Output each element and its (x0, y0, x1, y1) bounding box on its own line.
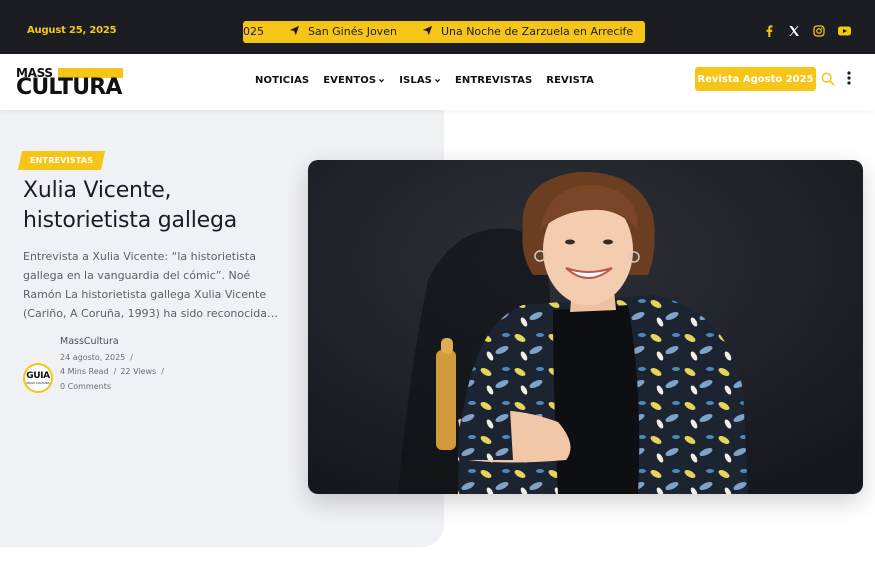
site-logo[interactable]: MASS CULTURA (16, 66, 126, 100)
site-header: MASS CULTURA NOTICIAS EVENTOS ISLAS ENTR… (0, 54, 875, 110)
ticker-item[interactable]: Una Noche de Zarzuela en Arrecife (422, 25, 633, 38)
ticker-item-label: nés 2025 (243, 25, 264, 38)
category-badge[interactable]: ENTREVISTAS (17, 151, 106, 170)
avatar-logo: GUIA MASS CULTURA (25, 365, 51, 391)
more-vertical-icon[interactable] (844, 70, 854, 86)
ticker-item[interactable]: San Ginés Joven (289, 25, 397, 38)
meta-separator: / (161, 367, 164, 376)
comments-link[interactable]: 0 Comments (60, 382, 111, 391)
post-meta: MassCultura 24 agosto, 2025 / 4 Mins Read… (60, 335, 240, 394)
nav-item-label: EVENTOS (323, 75, 377, 86)
ticker-item-label: Una Noche de Zarzuela en Arrecife (440, 25, 634, 38)
meta-row-stats: 4 Mins Read/22 Views / (60, 365, 240, 380)
ticker-item-label: San Ginés Joven (307, 25, 397, 38)
nav-item-label: REVISTA (546, 75, 594, 86)
logo-bottom-text: CULTURA (16, 75, 122, 100)
nav-item-label: ENTREVISTAS (454, 75, 533, 86)
news-ticker[interactable]: nés 2025 San Ginés Joven Una Noche de Za… (243, 21, 645, 43)
meta-separator: / (130, 352, 133, 362)
instagram-icon[interactable] (812, 24, 826, 38)
chevron-down-icon (379, 79, 385, 83)
current-date: August 25, 2025 (27, 25, 117, 36)
x-icon[interactable] (787, 24, 801, 38)
featured-image[interactable] (308, 160, 863, 494)
post-date: 24 agosto, 2025 (60, 352, 126, 362)
ticker-track: nés 2025 San Ginés Joven Una Noche de Za… (243, 25, 645, 38)
social-links (762, 24, 851, 38)
read-time: 4 Mins Read (60, 367, 109, 376)
meta-separator: / (113, 367, 117, 376)
view-count: 22 Views (120, 367, 157, 376)
nav-item-eventos[interactable]: EVENTOS (323, 75, 385, 86)
facebook-icon[interactable] (762, 24, 776, 38)
top-bar: August 25, 2025 nés 2025 San Ginés Joven… (0, 0, 875, 54)
author-name[interactable]: MassCultura (60, 335, 240, 350)
chevron-down-icon (434, 79, 441, 83)
nav-item-label: ISLAS (399, 75, 432, 86)
post-excerpt: Entrevista a Xulia Vicente: “la historie… (23, 250, 278, 320)
nav-item-label: NOTICIAS (255, 75, 310, 86)
nav-item-noticias[interactable]: NOTICIAS (255, 75, 309, 86)
avatar-bottom-text: MASS CULTURA (26, 380, 50, 385)
ticker-item[interactable]: nés 2025 (243, 25, 264, 38)
author-avatar[interactable]: GUIA MASS CULTURA (23, 363, 53, 393)
magazine-cta-button[interactable]: Revista Agosto 2025 (695, 67, 816, 91)
main-nav: NOTICIAS EVENTOS ISLAS ENTREVISTAS REVIS… (255, 75, 608, 86)
paper-plane-icon (423, 25, 433, 36)
youtube-icon[interactable] (837, 24, 851, 38)
portrait-photo (308, 160, 863, 494)
paper-plane-icon (290, 25, 300, 36)
avatar-top-text: GUIA (26, 370, 50, 381)
search-icon[interactable] (821, 72, 835, 86)
nav-item-islas[interactable]: ISLAS (399, 75, 441, 86)
category-label: ENTREVISTAS (30, 156, 94, 165)
meta-row-comments: 0 Comments (60, 380, 240, 395)
meta-row-date: 24 agosto, 2025 / (60, 351, 240, 366)
post-title[interactable]: Xulia Vicente, historietista gallega (23, 176, 283, 236)
nav-item-revista[interactable]: REVISTA (546, 75, 594, 86)
nav-item-entrevistas[interactable]: ENTREVISTAS (455, 75, 532, 86)
